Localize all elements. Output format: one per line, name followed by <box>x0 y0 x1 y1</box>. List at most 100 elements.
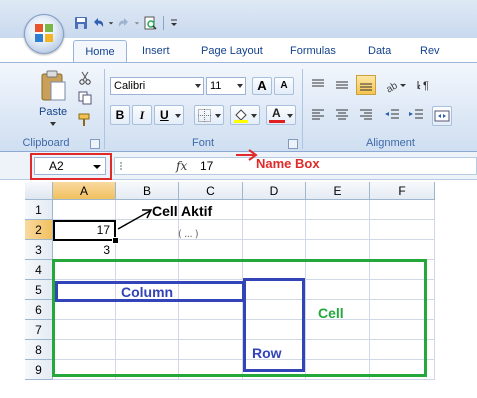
qat-separator <box>163 16 164 30</box>
paragraph-icon[interactable]: ¶ <box>416 77 432 93</box>
insert-function-button[interactable]: fx <box>176 159 187 173</box>
group-label-alignment: Alignment <box>366 137 415 149</box>
font-color-dropdown-icon <box>287 114 293 118</box>
fill-color-dropdown-icon <box>251 114 257 118</box>
redo-icon[interactable] <box>117 16 131 30</box>
decrease-indent-icon[interactable] <box>384 107 400 123</box>
column-header-c[interactable]: C <box>179 182 243 200</box>
column-header-f[interactable]: F <box>370 182 435 200</box>
quick-access-toolbar <box>74 12 178 34</box>
increase-indent-icon[interactable] <box>408 107 424 123</box>
office-button[interactable] <box>24 14 64 54</box>
svg-text:¶: ¶ <box>423 80 429 92</box>
cut-icon[interactable] <box>78 71 92 85</box>
italic-label: I <box>139 108 145 122</box>
group-separator <box>104 69 105 149</box>
align-top-icon[interactable] <box>310 77 326 93</box>
row-header-6[interactable]: 6 <box>25 300 53 320</box>
ribbon-tabs: Home Insert Page Layout Formulas Data Re… <box>64 40 477 63</box>
orientation-icon[interactable]: ab <box>384 77 408 93</box>
align-center-icon[interactable] <box>334 107 350 123</box>
row-annotation: Row <box>252 345 282 361</box>
grow-font-label: A <box>257 78 267 93</box>
tab-page-layout[interactable]: Page Layout <box>201 40 263 62</box>
tab-formulas[interactable]: Formulas <box>290 40 336 62</box>
row-header-2[interactable]: 2 <box>25 220 53 240</box>
column-header-e[interactable]: E <box>306 182 370 200</box>
cell-aktif-annotation: Cell Aktif <box>152 203 213 219</box>
formula-value: 17 <box>200 159 214 173</box>
gridline <box>434 200 435 380</box>
paste-label: Paste <box>39 106 68 118</box>
borders-icon <box>198 109 211 122</box>
font-name-dropdown-icon <box>195 84 201 88</box>
row-header-3[interactable]: 3 <box>25 240 53 260</box>
fill-color-icon <box>234 109 248 123</box>
svg-text:ab: ab <box>384 80 400 93</box>
select-all-corner[interactable] <box>25 182 53 200</box>
font-color-button[interactable]: A <box>266 105 296 125</box>
paste-dropdown-icon[interactable] <box>50 122 56 126</box>
undo-dropdown-icon[interactable] <box>108 16 114 30</box>
font-color-label: A <box>272 106 281 120</box>
align-bottom-icon <box>360 83 372 91</box>
clipboard-launcher-icon[interactable] <box>90 139 100 149</box>
fill-color-button[interactable] <box>230 105 260 125</box>
row-header-4[interactable]: 4 <box>25 260 53 280</box>
tab-data[interactable]: Data <box>368 40 391 62</box>
name-box-arrow <box>236 149 258 161</box>
row-header-1[interactable]: 1 <box>25 200 53 220</box>
paste-icon <box>41 70 66 101</box>
font-size-dropdown-icon <box>237 84 243 88</box>
borders-dropdown-icon <box>215 114 221 118</box>
ribbon: Paste Clipboard Calibri 11 A A B I U A F… <box>0 62 477 152</box>
gridline <box>53 379 435 380</box>
copy-icon[interactable] <box>78 91 92 105</box>
format-painter-icon[interactable] <box>78 113 92 127</box>
cell-area-highlight <box>52 259 427 377</box>
name-box-highlight <box>30 153 112 180</box>
align-bottom-button[interactable] <box>356 75 376 95</box>
row-header-9[interactable]: 9 <box>25 360 53 380</box>
group-label-clipboard: Clipboard <box>22 137 70 149</box>
grow-font-button[interactable]: A <box>252 77 272 95</box>
tab-review[interactable]: Rev <box>420 40 440 62</box>
paste-button[interactable]: Paste <box>34 67 70 129</box>
borders-button[interactable] <box>194 105 224 125</box>
shrink-font-button[interactable]: A <box>274 77 294 95</box>
bold-button[interactable]: B <box>110 105 130 125</box>
align-middle-icon[interactable] <box>334 77 350 93</box>
row-header-7[interactable]: 7 <box>25 320 53 340</box>
row-header-5[interactable]: 5 <box>25 280 53 300</box>
column-header-b[interactable]: B <box>116 182 179 200</box>
column-header-a[interactable]: A <box>53 182 116 200</box>
name-box-annotation: Name Box <box>256 156 320 171</box>
title-bar <box>0 0 477 38</box>
shrink-font-label: A <box>280 80 288 91</box>
cell-a3[interactable]: 3 <box>55 243 110 257</box>
print-preview-icon[interactable] <box>143 16 157 30</box>
column-annotation: Column <box>121 284 174 300</box>
font-launcher-icon[interactable] <box>288 139 298 149</box>
save-icon[interactable] <box>74 16 88 30</box>
tab-insert[interactable]: Insert <box>142 40 170 62</box>
formula-bar-splitter-icon[interactable] <box>118 160 128 172</box>
font-name-select[interactable]: Calibri <box>110 77 204 95</box>
undo-icon[interactable] <box>91 16 105 30</box>
fill-handle[interactable] <box>112 237 119 244</box>
font-size-value: 11 <box>210 80 222 92</box>
underline-dropdown-icon <box>175 114 181 118</box>
font-size-select[interactable]: 11 <box>206 77 246 95</box>
redo-dropdown-icon[interactable] <box>134 16 140 30</box>
align-right-icon[interactable] <box>358 107 374 123</box>
cell-annotation: Cell <box>318 305 344 321</box>
align-left-icon[interactable] <box>310 107 326 123</box>
column-header-d[interactable]: D <box>243 182 306 200</box>
italic-button[interactable]: I <box>132 105 152 125</box>
customize-qat-icon[interactable] <box>170 16 178 30</box>
row-header-8[interactable]: 8 <box>25 340 53 360</box>
underline-button[interactable]: U <box>154 105 184 125</box>
tab-home[interactable]: Home <box>73 40 127 63</box>
merge-center-button[interactable] <box>432 106 452 126</box>
group-separator <box>302 69 303 149</box>
